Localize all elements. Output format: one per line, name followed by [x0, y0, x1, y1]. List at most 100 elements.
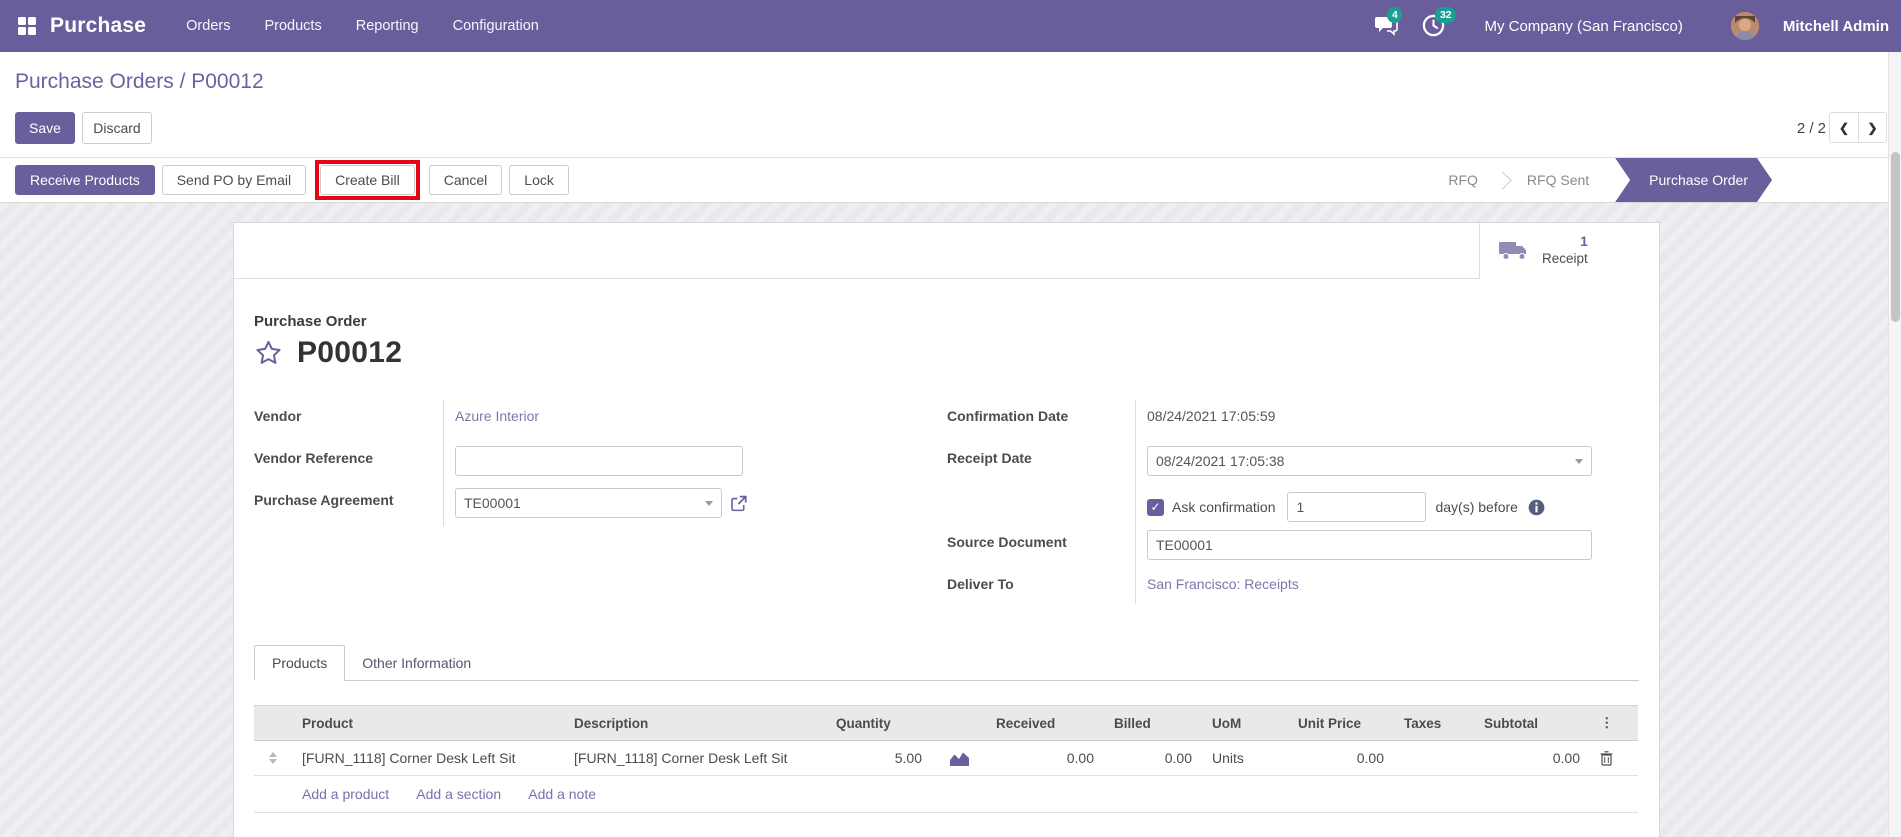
- red-annotation-box: Create Bill: [315, 160, 420, 200]
- header-handle: [254, 705, 292, 741]
- navbar-left: Purchase Orders Products Reporting Confi…: [0, 14, 539, 38]
- cell-uom[interactable]: Units: [1202, 740, 1288, 776]
- user-avatar[interactable]: [1730, 12, 1759, 40]
- receipt-count: 1: [1580, 234, 1588, 250]
- activities-icon[interactable]: 32: [1422, 7, 1457, 38]
- add-a-product-link[interactable]: Add a product: [302, 786, 389, 802]
- discard-button[interactable]: Discard: [82, 112, 152, 144]
- cell-description[interactable]: [FURN_1118] Corner Desk Left Sit: [564, 740, 826, 776]
- stage-rfq-sent[interactable]: RFQ Sent: [1511, 172, 1605, 188]
- datepicker-caret-icon[interactable]: [1575, 458, 1583, 464]
- row-drag-handle[interactable]: [254, 740, 292, 776]
- sort-handle-icon[interactable]: [264, 752, 282, 764]
- external-link-icon[interactable]: [731, 495, 747, 512]
- pager-counter: 2 / 2: [1796, 120, 1826, 137]
- cell-unit-price[interactable]: 0.00: [1288, 740, 1394, 776]
- header-uom[interactable]: UoM: [1202, 705, 1288, 741]
- menu-reporting[interactable]: Reporting: [356, 18, 419, 34]
- deliver-to-value-link[interactable]: San Francisco: Receipts: [1147, 576, 1299, 592]
- source-document-input[interactable]: TE00001: [1147, 530, 1592, 560]
- purchase-agreement-input[interactable]: TE00001: [455, 488, 723, 518]
- trash-icon[interactable]: [1600, 750, 1613, 766]
- control-panel: Purchase Orders / P00012 Save Discard 2 …: [0, 52, 1901, 157]
- info-icon[interactable]: [1528, 499, 1545, 516]
- dropdown-caret-icon[interactable]: [705, 500, 714, 506]
- left-field-group: Vendor Azure Interior Vendor Reference P…: [254, 400, 747, 604]
- source-document-label: Source Document: [947, 534, 1067, 550]
- activities-badge: 32: [1435, 7, 1457, 23]
- menu-orders[interactable]: Orders: [186, 18, 230, 34]
- stage-separator-icon: [1493, 170, 1512, 190]
- pager-previous-button[interactable]: ❮: [1829, 112, 1858, 143]
- receipt-date-label: Receipt Date: [947, 450, 1032, 466]
- page-title: P00012: [297, 336, 403, 369]
- optional-columns-icon[interactable]: ⋮: [1590, 705, 1638, 741]
- vertical-scrollbar[interactable]: [1888, 52, 1901, 837]
- stage-purchase-order[interactable]: Purchase Order: [1615, 158, 1772, 202]
- table-row[interactable]: [FURN_1118] Corner Desk Left Sit [FURN_1…: [254, 740, 1638, 776]
- user-menu[interactable]: Mitchell Admin: [1783, 18, 1889, 35]
- apps-menu-icon[interactable]: [18, 17, 36, 35]
- company-switcher[interactable]: My Company (San Francisco): [1484, 18, 1682, 35]
- statusbar: Receive Products Send PO by Email Create…: [0, 157, 1901, 203]
- cell-taxes[interactable]: [1394, 740, 1474, 776]
- scrollbar-thumb[interactable]: [1891, 152, 1900, 322]
- header-product[interactable]: Product: [292, 705, 564, 741]
- purchase-agreement-value: TE00001: [464, 495, 521, 511]
- cell-billed[interactable]: 0.00: [1104, 740, 1202, 776]
- ask-confirmation-checkbox[interactable]: ✓: [1147, 498, 1164, 516]
- tab-products[interactable]: Products: [254, 645, 346, 681]
- vendor-reference-input[interactable]: [455, 446, 743, 476]
- pager-next-button[interactable]: ❯: [1858, 112, 1887, 143]
- app-name[interactable]: Purchase: [50, 14, 146, 38]
- tab-other-information[interactable]: Other Information: [345, 646, 488, 680]
- receipt-smart-button-text: 1 Receipt: [1542, 234, 1588, 268]
- header-quantity[interactable]: Quantity: [826, 705, 932, 741]
- receipt-smart-button[interactable]: 1 Receipt: [1479, 223, 1659, 279]
- breadcrumb: Purchase Orders / P00012: [15, 70, 264, 94]
- forecast-chart-icon[interactable]: [949, 751, 969, 766]
- cell-quantity[interactable]: 5.00: [826, 740, 932, 776]
- save-button[interactable]: Save: [15, 112, 75, 144]
- create-bill-button[interactable]: Create Bill: [320, 165, 415, 195]
- cell-subtotal[interactable]: 0.00: [1474, 740, 1590, 776]
- lock-button[interactable]: Lock: [509, 165, 569, 195]
- avatar-image: [1730, 12, 1759, 40]
- statusbar-stages: RFQ RFQ Sent Purchase Order: [1432, 158, 1772, 202]
- add-a-section-link[interactable]: Add a section: [416, 786, 501, 802]
- cell-received[interactable]: 0.00: [986, 740, 1104, 776]
- add-a-note-link[interactable]: Add a note: [528, 786, 596, 802]
- cancel-button[interactable]: Cancel: [428, 165, 503, 195]
- stage-rfq[interactable]: RFQ: [1432, 172, 1494, 188]
- header-forecast: [932, 705, 986, 741]
- breadcrumb-current: P00012: [191, 70, 264, 93]
- truck-icon: [1499, 242, 1526, 260]
- send-po-by-email-button[interactable]: Send PO by Email: [161, 165, 307, 195]
- cell-product[interactable]: [FURN_1118] Corner Desk Left Sit: [292, 740, 564, 776]
- confirmation-date-value: 08/24/2021 17:05:59: [1147, 408, 1276, 424]
- order-lines-table: Product Description Quantity Received Bi…: [254, 705, 1638, 813]
- cell-delete[interactable]: [1590, 740, 1638, 776]
- purchase-agreement-label: Purchase Agreement: [254, 492, 394, 508]
- navbar-right: 4 32 My Company (San Francisco) Mitchell…: [1374, 7, 1901, 40]
- receive-products-button[interactable]: Receive Products: [15, 165, 155, 195]
- receipt-date-input[interactable]: 08/24/2021 17:05:38: [1147, 446, 1592, 476]
- pager-buttons: ❮ ❯: [1829, 112, 1887, 143]
- header-received[interactable]: Received: [986, 705, 1104, 741]
- header-billed[interactable]: Billed: [1104, 705, 1202, 741]
- header-subtotal[interactable]: Subtotal: [1474, 705, 1590, 741]
- days-before-input[interactable]: 1: [1287, 492, 1427, 522]
- form-view-background: 1 Receipt Purchase Order P00012 Vendor A…: [0, 203, 1901, 837]
- favorite-star-icon[interactable]: [254, 339, 283, 367]
- menu-configuration[interactable]: Configuration: [453, 18, 539, 34]
- header-taxes[interactable]: Taxes: [1394, 705, 1474, 741]
- menu-products[interactable]: Products: [264, 18, 321, 34]
- vendor-reference-label: Vendor Reference: [254, 450, 374, 466]
- breadcrumb-parent[interactable]: Purchase Orders: [15, 70, 174, 93]
- vendor-value-link[interactable]: Azure Interior: [455, 408, 539, 424]
- header-description[interactable]: Description: [564, 705, 826, 741]
- cell-forecast[interactable]: [932, 740, 986, 776]
- receipt-date-value: 08/24/2021 17:05:38: [1156, 453, 1285, 469]
- messages-icon[interactable]: 4: [1374, 7, 1403, 38]
- header-unit-price[interactable]: Unit Price: [1288, 705, 1394, 741]
